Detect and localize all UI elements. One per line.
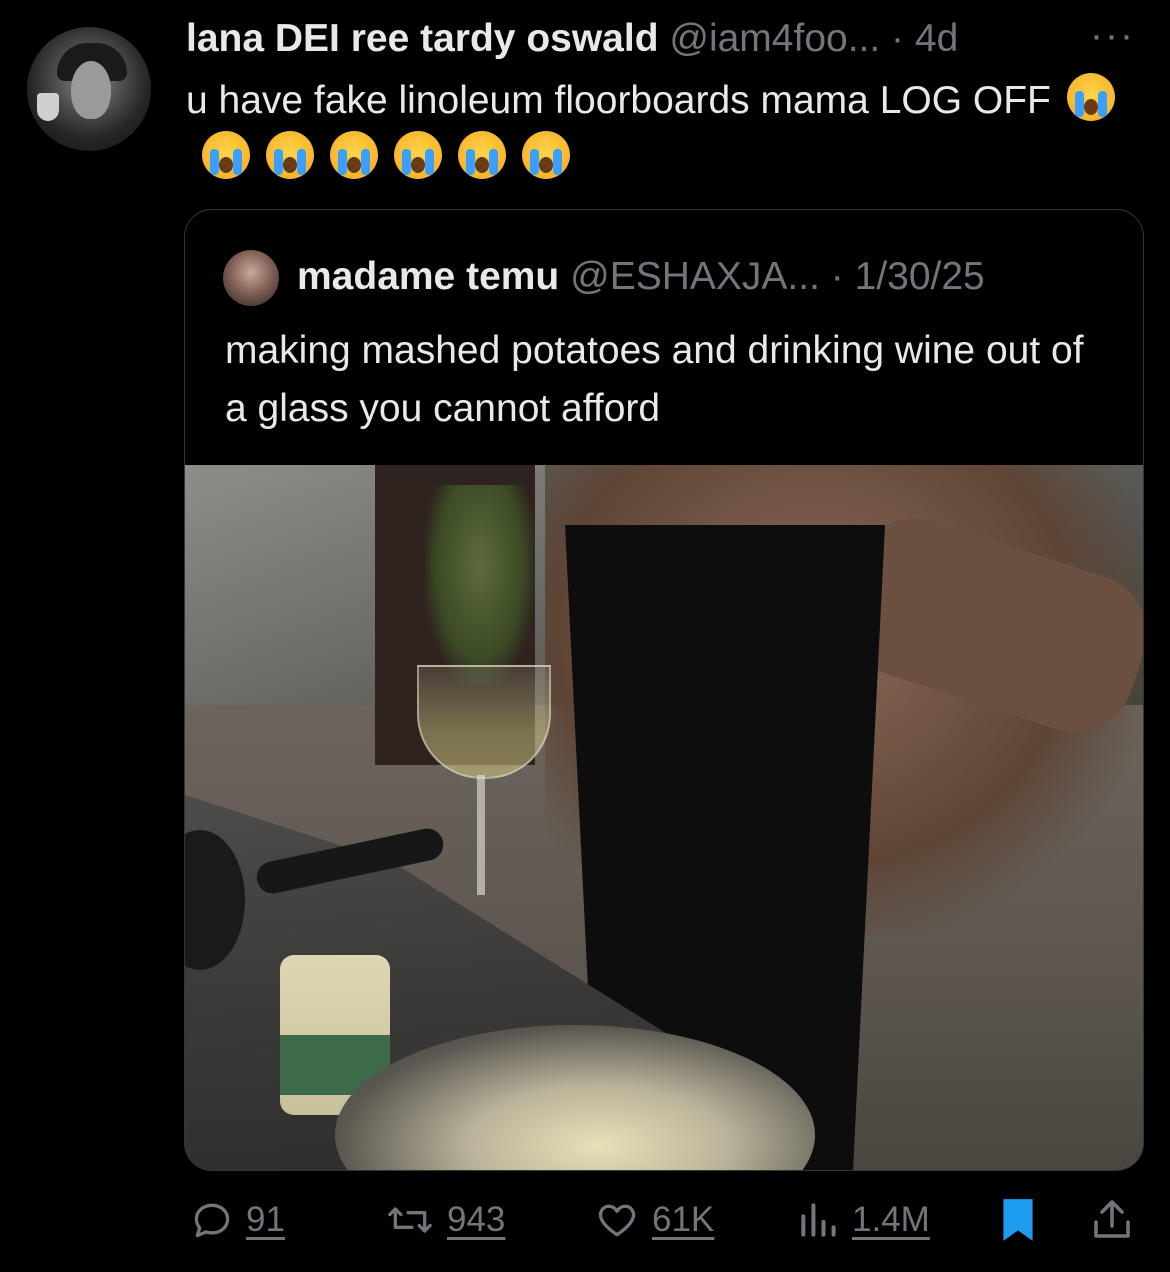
tweet-text: u have fake linoleum floorboards mama LO… — [186, 72, 1126, 188]
emoji-mouth — [411, 157, 425, 173]
repost-count: 943 — [447, 1200, 506, 1239]
loudly-crying-face-icon — [266, 131, 314, 179]
avatar-crest-icon — [37, 93, 59, 121]
emoji-mouth — [283, 157, 297, 173]
quoted-tweet-header: madame temu @ESHAXJA... · 1/30/25 — [297, 252, 985, 302]
views-button[interactable]: 1.4M — [796, 1190, 930, 1250]
quoted-author-name[interactable]: madame temu — [297, 255, 559, 298]
avatar-face — [71, 61, 111, 119]
reply-count: 91 — [246, 1200, 285, 1239]
heart-icon — [594, 1198, 640, 1242]
loudly-crying-face-icon — [458, 131, 506, 179]
author-handle[interactable]: @iam4foo... — [669, 17, 880, 60]
repost-button[interactable]: 943 — [385, 1190, 505, 1250]
quoted-tweet-date[interactable]: 1/30/25 — [855, 255, 985, 298]
share-icon — [1088, 1196, 1136, 1244]
emoji-mouth — [1083, 99, 1098, 115]
photo-plant — [425, 485, 535, 685]
bookmark-icon — [996, 1195, 1040, 1245]
author-avatar[interactable] — [27, 27, 151, 151]
emoji-mouth — [475, 157, 489, 173]
emoji-mouth — [219, 157, 233, 173]
author-name[interactable]: lana DEI ree tardy oswald — [186, 17, 659, 60]
like-count: 61K — [652, 1200, 715, 1239]
repost-icon — [385, 1198, 435, 1242]
tweet-actions-bar: 91 943 61K 1.4M — [0, 1190, 1170, 1250]
tweet-time[interactable]: 4d — [915, 17, 958, 60]
loudly-crying-face-icon — [522, 131, 570, 179]
more-options-icon[interactable]: ··· — [1090, 14, 1135, 58]
loudly-crying-face-icon — [1066, 73, 1115, 121]
quoted-author-avatar[interactable] — [223, 250, 279, 306]
quoted-author-handle[interactable]: @ESHAXJA... — [570, 255, 820, 298]
reply-icon — [190, 1198, 234, 1242]
reply-button[interactable]: 91 — [190, 1190, 285, 1250]
loudly-crying-face-icon — [330, 131, 378, 179]
photo-wine-glass-stem — [477, 775, 485, 895]
quoted-tweet-text: making mashed potatoes and drinking wine… — [225, 329, 1084, 430]
loudly-crying-face-icon — [202, 131, 250, 179]
quoted-tweet-photo[interactable] — [185, 465, 1143, 1170]
quoted-tweet-card[interactable]: madame temu @ESHAXJA... · 1/30/25 making… — [184, 209, 1144, 1171]
views-chart-icon — [796, 1198, 840, 1242]
meta-separator: · — [891, 17, 905, 60]
tweet-header: lana DEI ree tardy oswald @iam4foo... · … — [186, 14, 958, 64]
share-button[interactable] — [1088, 1190, 1136, 1250]
tweet-body: u have fake linoleum floorboards mama LO… — [186, 79, 1051, 122]
loudly-crying-face-icon — [394, 131, 442, 179]
emoji-mouth — [347, 157, 361, 173]
views-count: 1.4M — [852, 1200, 930, 1239]
like-button[interactable]: 61K — [594, 1190, 714, 1250]
emoji-mouth — [539, 157, 553, 173]
quoted-meta-separator: · — [830, 255, 844, 298]
bookmark-button[interactable] — [996, 1190, 1040, 1250]
